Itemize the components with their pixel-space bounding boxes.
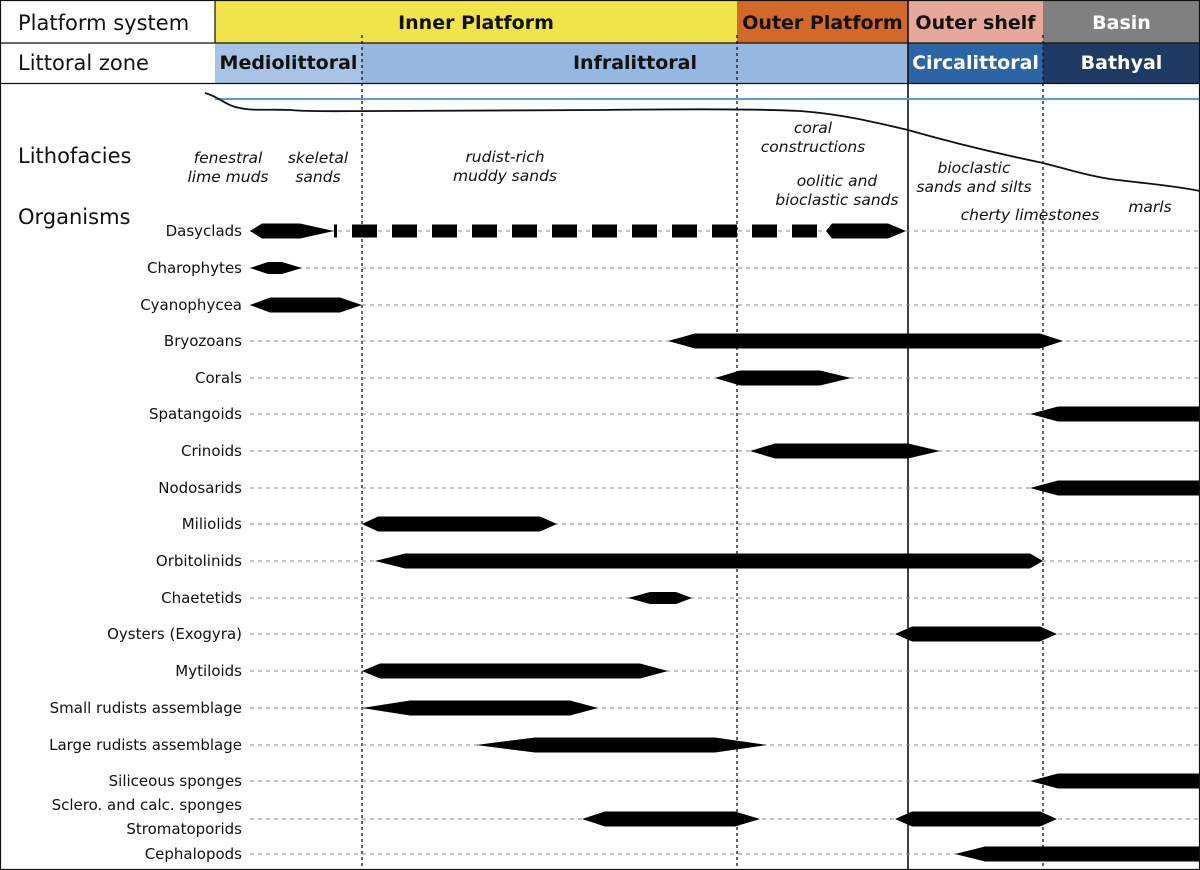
lithofacies-label: rudist-rich muddy sands — [453, 148, 557, 185]
range-bar-0-right — [826, 223, 906, 239]
organism-label: Corals — [195, 369, 242, 387]
littoral-zone-label: Littoral zone — [18, 51, 149, 75]
lithofacies-line: sands and silts — [916, 178, 1031, 196]
lithofacies-line: skeletal — [288, 149, 349, 167]
range-bar-17 — [895, 811, 1057, 827]
lithofacies-line: cherty limestones — [961, 206, 1100, 224]
organism-label: Miliolids — [182, 515, 242, 533]
lithofacies-line: rudist-rich — [465, 148, 544, 166]
littoral-zone-label: Infralittoral — [573, 52, 697, 74]
lithofacies-line: oolitic and — [797, 172, 878, 190]
littoral-zone-row: Mediolittoral Infralittoral Circalittoral B… — [215, 43, 1200, 83]
range-bar-12 — [362, 663, 668, 679]
lithofacies-labels: fenestral lime muds skeletal sands rudist-ri… — [187, 119, 1171, 224]
platform-zone-label: Outer Platform — [742, 12, 902, 34]
depth-profile — [204, 92, 1200, 192]
organism-label: Cephalopods — [145, 845, 242, 863]
depth-profile-line — [204, 92, 1200, 192]
organism-label: Charophytes — [147, 259, 242, 277]
lithofacies-line: marls — [1128, 198, 1171, 216]
lithofacies-line: constructions — [761, 138, 865, 156]
range-bar-9 — [375, 553, 1043, 569]
range-bar-4 — [715, 370, 851, 386]
lithofacies-line: fenestral — [194, 149, 263, 167]
organism-label: Chaetetids — [161, 589, 242, 607]
lithofacies-line: muddy sands — [453, 167, 557, 185]
range-bar-17 — [582, 811, 760, 827]
range-bar-5 — [1030, 406, 1200, 422]
lithofacies-label: marls — [1128, 198, 1171, 216]
lithofacies-label: Lithofacies — [18, 144, 131, 168]
littoral-zone-label: Mediolittoral — [220, 52, 358, 74]
organism-label: Cyanophycea — [140, 296, 242, 314]
range-bar-11 — [895, 626, 1057, 642]
organism-label: Dasyclads — [166, 222, 243, 240]
range-bar-8 — [362, 516, 557, 532]
organism-label: Crinoids — [181, 442, 242, 460]
range-bar-6 — [750, 443, 940, 459]
range-bar-14 — [476, 737, 767, 753]
range-bar-13 — [362, 700, 598, 716]
lithofacies-label: bioclastic sands and silts — [916, 159, 1031, 196]
lithofacies-label: coral constructions — [761, 119, 865, 156]
range-bar-0-left — [250, 223, 334, 239]
platform-zone-label: Inner Platform — [398, 12, 554, 34]
lithofacies-line: coral — [794, 119, 833, 137]
range-bar-15 — [1030, 773, 1200, 789]
range-bar-18 — [955, 846, 1200, 862]
organism-label: Orbitolinids — [156, 552, 242, 570]
range-bar-3 — [668, 333, 1063, 349]
organisms-label: Organisms — [18, 205, 130, 229]
range-bar-2 — [250, 297, 362, 313]
range-bar-10 — [628, 592, 692, 604]
organism-rows: Dasyclads Charophytes Cyanophycea Bryozoans… — [49, 222, 1200, 863]
organism-label: Spatangoids — [149, 405, 242, 423]
organism-range-bars — [250, 223, 1200, 862]
lithofacies-line: bioclastic sands — [775, 191, 898, 209]
range-bar-1 — [250, 262, 302, 274]
platform-zone-row: Inner Platform Outer Platform Outer shelf B… — [215, 0, 1200, 43]
organism-label: Oysters (Exogyra) — [107, 625, 242, 643]
lithofacies-label: cherty limestones — [961, 206, 1100, 224]
lithofacies-label: skeletal sands — [288, 149, 349, 186]
lithofacies-line: bioclastic — [938, 159, 1011, 177]
organism-label: Small rudists assemblage — [50, 699, 242, 717]
organism-label: Mytiloids — [175, 662, 242, 680]
organism-label: Bryozoans — [164, 332, 242, 350]
lithofacies-line: sands — [295, 168, 340, 186]
organism-label: Siliceous sponges — [109, 772, 243, 790]
range-bar-7 — [1030, 480, 1200, 496]
platform-zone-label: Outer shelf — [915, 12, 1036, 34]
organism-label: Sclero. and calc. sponges — [52, 796, 243, 814]
platform-zone-label: Basin — [1092, 12, 1151, 34]
littoral-zone-label: Circalittoral — [912, 52, 1039, 74]
platform-system-label: Platform system — [18, 11, 189, 35]
organism-label: Stromatoporids — [126, 820, 242, 838]
littoral-zone-label: Bathyal — [1081, 52, 1163, 74]
organism-label: Nodosarids — [158, 479, 242, 497]
facies-distribution-diagram: Platform system Littoral zone Lithofacie… — [0, 0, 1200, 870]
lithofacies-line: lime muds — [187, 168, 268, 186]
organism-label: Large rudists assemblage — [49, 736, 242, 754]
lithofacies-label: oolitic and bioclastic sands — [775, 172, 898, 209]
lithofacies-label: fenestral lime muds — [187, 149, 268, 186]
